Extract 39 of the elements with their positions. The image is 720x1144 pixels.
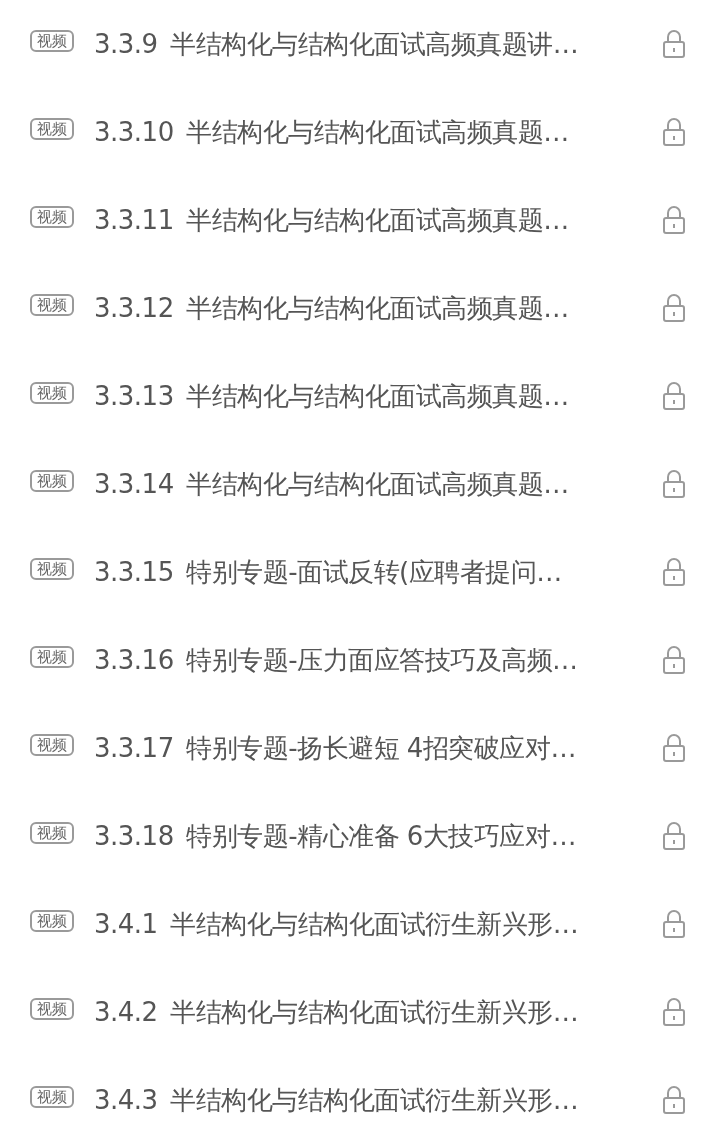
video-tag: 视频 bbox=[30, 646, 74, 668]
lesson-title: 3.3.12 半结构化与结构化面试高频真题… bbox=[94, 291, 570, 325]
video-tag: 视频 bbox=[30, 382, 74, 404]
lesson-row[interactable]: 视频 3.3.12 半结构化与结构化面试高频真题… bbox=[0, 264, 720, 352]
lesson-title: 3.4.1 半结构化与结构化面试衍生新兴形… bbox=[94, 907, 580, 941]
lesson-row[interactable]: 视频 3.3.18 特别专题-精心准备 6大技巧应对… bbox=[0, 792, 720, 880]
lesson-title: 3.3.15 特别专题-面试反转(应聘者提问… bbox=[94, 555, 563, 589]
video-tag: 视频 bbox=[30, 294, 74, 316]
lesson-row[interactable]: 视频 3.4.1 半结构化与结构化面试衍生新兴形… bbox=[0, 880, 720, 968]
lesson-row[interactable]: 视频 3.3.9 半结构化与结构化面试高频真题讲… bbox=[0, 0, 720, 88]
lesson-row[interactable]: 视频 3.4.3 半结构化与结构化面试衍生新兴形… bbox=[0, 1056, 720, 1144]
lesson-title: 3.3.17 特别专题-扬长避短 4招突破应对… bbox=[94, 731, 577, 765]
lesson-title: 3.3.9 半结构化与结构化面试高频真题讲… bbox=[94, 27, 580, 61]
lesson-row[interactable]: 视频 3.3.13 半结构化与结构化面试高频真题… bbox=[0, 352, 720, 440]
video-tag: 视频 bbox=[30, 734, 74, 756]
video-tag: 视频 bbox=[30, 206, 74, 228]
lesson-row[interactable]: 视频 3.3.10 半结构化与结构化面试高频真题… bbox=[0, 88, 720, 176]
lesson-title: 3.3.10 半结构化与结构化面试高频真题… bbox=[94, 115, 570, 149]
video-tag: 视频 bbox=[30, 470, 74, 492]
lesson-title: 3.4.3 半结构化与结构化面试衍生新兴形… bbox=[94, 1083, 580, 1117]
lesson-title: 3.3.11 半结构化与结构化面试高频真题… bbox=[94, 203, 570, 237]
lesson-row[interactable]: 视频 3.3.15 特别专题-面试反转(应聘者提问… bbox=[0, 528, 720, 616]
lesson-title: 3.3.16 特别专题-压力面应答技巧及高频… bbox=[94, 643, 579, 677]
lesson-title: 3.3.14 半结构化与结构化面试高频真题… bbox=[94, 467, 570, 501]
lesson-row[interactable]: 视频 3.4.2 半结构化与结构化面试衍生新兴形… bbox=[0, 968, 720, 1056]
lesson-row[interactable]: 视频 3.3.16 特别专题-压力面应答技巧及高频… bbox=[0, 616, 720, 704]
lesson-title: 3.4.2 半结构化与结构化面试衍生新兴形… bbox=[94, 995, 580, 1029]
lesson-row[interactable]: 视频 3.3.11 半结构化与结构化面试高频真题… bbox=[0, 176, 720, 264]
video-tag: 视频 bbox=[30, 118, 74, 140]
video-tag: 视频 bbox=[30, 30, 74, 52]
lesson-row[interactable]: 视频 3.3.14 半结构化与结构化面试高频真题… bbox=[0, 440, 720, 528]
lesson-title: 3.3.18 特别专题-精心准备 6大技巧应对… bbox=[94, 819, 577, 853]
video-tag: 视频 bbox=[30, 1086, 74, 1108]
lesson-title: 3.3.13 半结构化与结构化面试高频真题… bbox=[94, 379, 570, 413]
video-tag: 视频 bbox=[30, 998, 74, 1020]
video-tag: 视频 bbox=[30, 558, 74, 580]
video-tag: 视频 bbox=[30, 910, 74, 932]
lesson-row[interactable]: 视频 3.3.17 特别专题-扬长避短 4招突破应对… bbox=[0, 704, 720, 792]
video-tag: 视频 bbox=[30, 822, 74, 844]
